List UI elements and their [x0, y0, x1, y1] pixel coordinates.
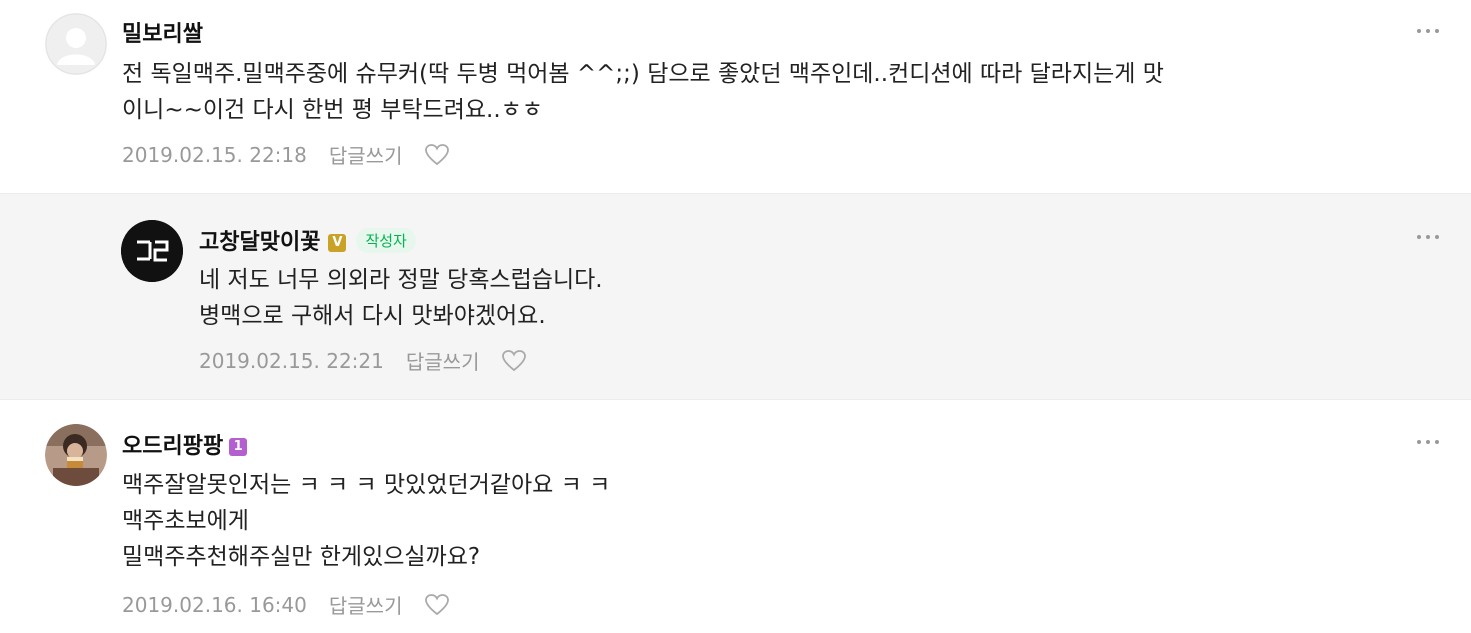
heart-icon[interactable]: [424, 593, 450, 617]
comment-text-line: 이니~~이건 다시 한번 평 부탁드려요..ㅎㅎ: [122, 97, 543, 123]
reply-button[interactable]: 답글쓰기: [406, 346, 480, 375]
comment-date: 2019.02.16. 16:40: [122, 592, 307, 617]
comment-text-line: 밀맥주추천해주실만 한게있으실까요?: [122, 544, 481, 570]
comment-nickname-row: 고창달맞이꽃 V 작성자: [199, 224, 416, 256]
comment-nickname[interactable]: 밀보리쌀: [122, 16, 203, 48]
comment-item: 오드리팡팡 1 맥주잘알못인저는 ㅋ ㅋ ㅋ 맛있었던거같아요 ㅋ ㅋ 맥주초보에게…: [0, 400, 1471, 633]
comment-text: 전 독일맥주.밀맥주중에 슈무커(딱 두병 먹어봄 ^^;;) 담으로 좋았던 …: [122, 56, 1164, 128]
more-options-icon[interactable]: [1417, 232, 1441, 242]
more-options-icon[interactable]: [1417, 26, 1441, 36]
heart-icon[interactable]: [501, 349, 527, 373]
level-badge: 1: [229, 438, 248, 456]
author-badge: 작성자: [356, 228, 416, 253]
user-avatar[interactable]: [45, 424, 107, 486]
comment-text-line: 병맥으로 구해서 다시 맛봐야겠어요.: [199, 303, 546, 329]
comment-text-line: 네 저도 너무 의외라 정말 당혹스럽습니다.: [199, 267, 603, 293]
comment-text: 네 저도 너무 의외라 정말 당혹스럽습니다. 병맥으로 구해서 다시 맛봐야겠어…: [199, 262, 603, 334]
comment-date: 2019.02.15. 22:18: [122, 142, 307, 167]
comment-meta: 2019.02.15. 22:18 답글쓰기: [122, 140, 450, 169]
reply-item: 고창달맞이꽃 V 작성자 네 저도 너무 의외라 정말 당혹스럽습니다. 병맥으로 구…: [0, 193, 1471, 400]
comment-nickname-row: 오드리팡팡 1: [122, 428, 248, 460]
author-avatar[interactable]: [121, 220, 183, 282]
heart-icon[interactable]: [424, 143, 450, 167]
comment-nickname[interactable]: 고창달맞이꽃: [199, 230, 320, 255]
comment-text-line: 맥주초보에게: [122, 508, 249, 534]
default-avatar-icon[interactable]: [45, 13, 107, 75]
comment-text-line: 전 독일맥주.밀맥주중에 슈무커(딱 두병 먹어봄 ^^;;) 담으로 좋았던 …: [122, 61, 1164, 87]
comment-date: 2019.02.15. 22:21: [199, 348, 384, 373]
verified-badge: V: [328, 234, 347, 252]
comment-nickname[interactable]: 오드리팡팡: [122, 434, 223, 459]
comment-text-line: 맥주잘알못인저는 ㅋ ㅋ ㅋ 맛있었던거같아요 ㅋ ㅋ: [122, 472, 611, 498]
comment-item: 밀보리쌀 전 독일맥주.밀맥주중에 슈무커(딱 두병 먹어봄 ^^;;) 담으로…: [0, 0, 1471, 193]
comment-meta: 2019.02.15. 22:21 답글쓰기: [199, 346, 527, 375]
comment-text: 맥주잘알못인저는 ㅋ ㅋ ㅋ 맛있었던거같아요 ㅋ ㅋ 맥주초보에게밀맥주추천해주…: [122, 467, 610, 575]
reply-button[interactable]: 답글쓰기: [329, 590, 403, 619]
more-options-icon[interactable]: [1417, 437, 1441, 447]
comment-meta: 2019.02.16. 16:40 답글쓰기: [122, 590, 450, 619]
reply-button[interactable]: 답글쓰기: [329, 140, 403, 169]
